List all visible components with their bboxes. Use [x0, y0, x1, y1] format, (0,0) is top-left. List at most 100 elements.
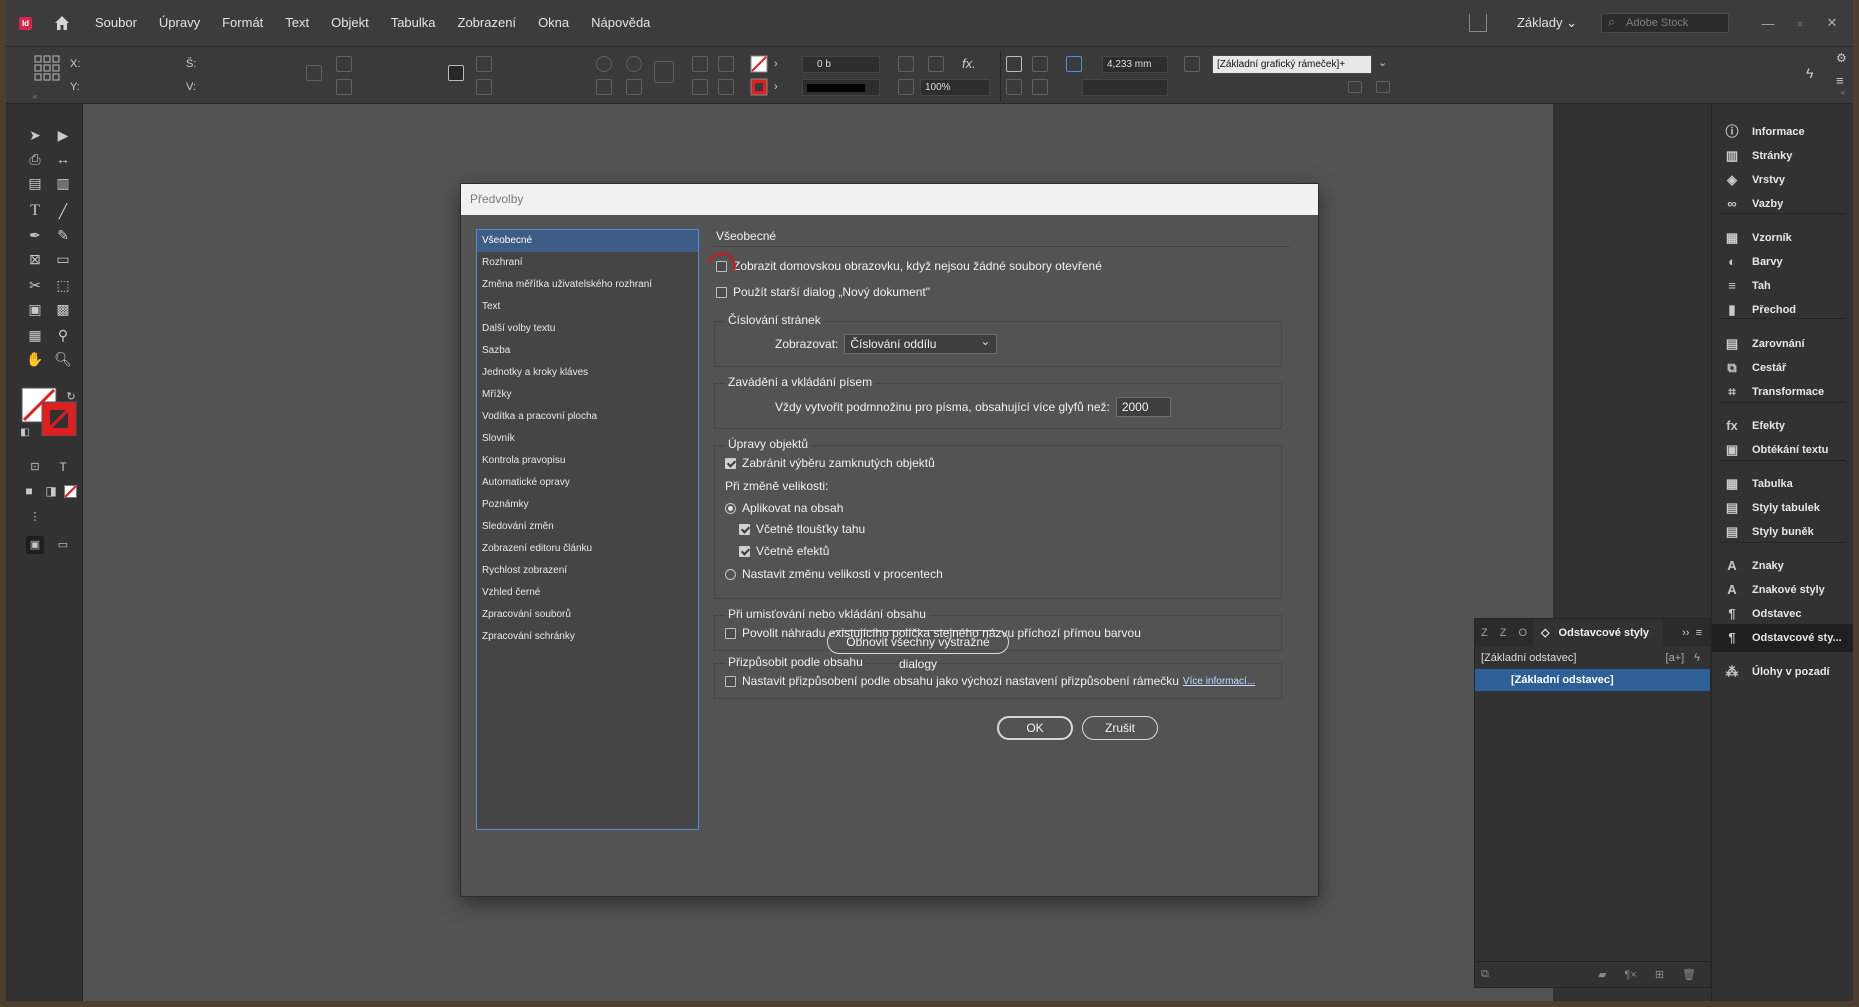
category-item[interactable]: Automatické opravy [477, 472, 698, 494]
tab-1[interactable]: Z [1475, 627, 1494, 639]
rotate-ccw-icon[interactable] [626, 56, 642, 72]
category-item[interactable]: Všeobecné [477, 230, 698, 252]
tab-2[interactable]: Z [1494, 627, 1513, 639]
reset-warnings-button[interactable]: Obnovit všechny výstražné dialogy [827, 630, 1009, 671]
menu-window[interactable]: Okna [527, 0, 580, 46]
link-icon[interactable] [448, 65, 464, 81]
scale-x-icon[interactable] [336, 56, 352, 72]
menu-view[interactable]: Zobrazení [447, 0, 528, 46]
category-item[interactable]: Vzhled černé [477, 582, 698, 604]
collapse-dock-icon[interactable]: « [1841, 88, 1845, 97]
clear-overrides-icon[interactable]: ¶× [1624, 969, 1636, 981]
panel-item-paragraph-styles[interactable]: ¶ Odstavcové sty... [1712, 624, 1853, 652]
menu-text[interactable]: Text [274, 0, 320, 46]
menu-help[interactable]: Nápověda [580, 0, 661, 46]
more-info-link[interactable]: Více informací... [1183, 676, 1255, 687]
menu-edit[interactable]: Úpravy [148, 0, 211, 46]
spacing-field[interactable]: 4,233 mm [1102, 56, 1168, 73]
swap-fill-stroke-icon[interactable]: ↻ [62, 388, 80, 406]
category-item[interactable]: Sazba [477, 340, 698, 362]
share-icon[interactable] [1468, 14, 1487, 32]
path-icon[interactable] [654, 61, 674, 83]
panel-expand-icon[interactable]: ›› ≡ [1676, 627, 1710, 639]
category-item[interactable]: Rychlost zobrazení [477, 560, 698, 582]
apply-gradient-icon[interactable]: ◨ [42, 482, 60, 500]
pen-tool-icon[interactable]: ✒ [26, 226, 44, 244]
scale-y-field[interactable] [358, 79, 436, 96]
legacy-new-doc-option[interactable]: Použít starší dialog „Nový dokument" [716, 285, 930, 299]
free-transform-tool-icon[interactable]: ⬚ [54, 276, 72, 294]
quick-apply-icon[interactable]: ϟ [1694, 652, 1700, 664]
stroke-weight-field[interactable]: 0 b [802, 56, 880, 73]
shear-angle-icon[interactable] [476, 79, 492, 95]
panel-menu-icon[interactable]: ≡ [1836, 73, 1844, 88]
align-top-icon[interactable] [1006, 79, 1022, 95]
height-field[interactable] [204, 79, 294, 96]
rectangle-tool-icon[interactable]: ▭ [54, 250, 72, 268]
stroke-type-select[interactable] [802, 79, 880, 96]
text-wrap-bbox-icon[interactable] [1032, 56, 1048, 72]
percent-radio[interactable] [725, 568, 736, 580]
list-item[interactable]: [Základní odstavec] [1475, 669, 1710, 691]
scale-y-icon[interactable] [336, 79, 352, 95]
default-fill-stroke-icon[interactable]: ◧ [16, 424, 34, 442]
y-field[interactable] [88, 79, 178, 96]
menu-table[interactable]: Tabulka [380, 0, 447, 46]
screen-mode-icon[interactable]: ▭ [54, 536, 72, 554]
settings-icon[interactable]: ⚙ [1836, 51, 1847, 65]
adobe-stock-search[interactable]: Adobe Stock [1601, 13, 1729, 33]
category-item[interactable]: Text [477, 296, 698, 318]
normal-view-icon[interactable]: ▣ [26, 536, 44, 554]
folder-icon[interactable]: ▰ [1598, 968, 1606, 981]
menu-object[interactable]: Objekt [320, 0, 380, 46]
prevent-locked-option[interactable]: Zabránit výběru zamknutých objektů [725, 456, 935, 470]
auto-spacing-icon[interactable] [1066, 56, 1082, 72]
home-icon[interactable] [52, 13, 72, 33]
category-item[interactable]: Jednotky a kroky kláves [477, 362, 698, 384]
panel-item-links[interactable]: ∞ Vazby [1712, 190, 1853, 218]
tab-3[interactable]: O [1512, 627, 1533, 639]
page-tool-icon[interactable]: ⎙ [26, 150, 44, 168]
category-item[interactable]: Zpracování schránky [477, 626, 698, 648]
constrain-proportions-icon[interactable] [306, 65, 322, 81]
formatting-text-icon[interactable]: T [54, 458, 72, 476]
category-item[interactable]: Změna měřítka uživatelského rozhraní [477, 274, 698, 296]
category-item[interactable]: Poznámky [477, 494, 698, 516]
lightning-icon[interactable]: ϟ [1806, 65, 1813, 81]
fx-icon[interactable]: fx. [962, 56, 976, 71]
category-item[interactable]: Sledování změn [477, 516, 698, 538]
edit-in-icon[interactable]: ⋮ [26, 508, 44, 526]
close-icon[interactable]: ✕ [1821, 15, 1843, 31]
line-tool-icon[interactable]: ╱ [54, 202, 72, 220]
cancel-button[interactable]: Zrušit [1082, 716, 1158, 740]
pencil-tool-icon[interactable]: ✎ [54, 226, 72, 244]
content-collector-icon[interactable]: ▤ [26, 174, 44, 192]
hand-tool-icon[interactable]: ✋ [26, 350, 44, 368]
include-effects-checkbox[interactable] [739, 545, 750, 557]
frame-fit-icon[interactable] [898, 56, 914, 72]
note-tool-icon[interactable]: ▦ [26, 326, 44, 344]
panel-item-text-wrap[interactable]: ▣ Obtékání textu [1712, 436, 1853, 464]
eyedropper-tool-icon[interactable]: ⚲ [54, 326, 72, 344]
show-home-option[interactable]: Zobrazit domovskou obrazovku, když nejso… [716, 259, 1102, 273]
gap-tool-icon[interactable]: ↔ [54, 150, 72, 168]
direct-selection-tool-icon[interactable]: ▶ [54, 126, 72, 144]
frame-style-icon[interactable] [1184, 56, 1200, 72]
stroke-color-icon[interactable] [750, 78, 768, 96]
fill-menu-icon[interactable]: › [774, 58, 778, 70]
menu-format[interactable]: Formát [211, 0, 274, 46]
x-field[interactable] [88, 56, 178, 73]
panel-item-cell-styles[interactable]: ▤ Styly buněk [1712, 518, 1853, 546]
gradient-swatch-tool-icon[interactable]: ▣ [26, 300, 44, 318]
category-item[interactable]: Zobrazení editoru článku [477, 538, 698, 560]
rotate-cw-icon[interactable] [596, 56, 612, 72]
allow-swatch-checkbox[interactable] [725, 627, 736, 639]
menu-file[interactable]: Soubor [84, 0, 148, 46]
apply-content-option[interactable]: Aplikovat na obsah [725, 501, 843, 515]
minimize-icon[interactable]: — [1757, 16, 1779, 31]
percent-option[interactable]: Nastavit změnu velikosti v procentech [725, 567, 943, 581]
rectangle-frame-tool-icon[interactable]: ⊠ [26, 250, 44, 268]
scale-x-field[interactable] [358, 56, 436, 73]
clear-overrides-icon[interactable] [1348, 81, 1362, 93]
content-placer-icon[interactable]: ▥ [54, 174, 72, 192]
